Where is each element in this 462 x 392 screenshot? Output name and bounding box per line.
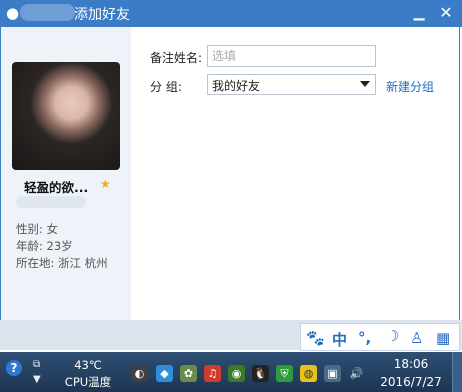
window-title: 添加好友	[74, 7, 130, 23]
age-label: 年龄:	[16, 239, 43, 253]
tray-app-1-icon[interactable]: ◐	[131, 365, 148, 382]
group-select-value: 我的好友	[212, 79, 261, 93]
gender-label: 性别:	[16, 222, 43, 236]
paw-icon[interactable]: 🐾	[306, 329, 325, 347]
location-label: 所在地:	[16, 256, 55, 270]
age-value: 23岁	[46, 239, 73, 253]
volume-icon[interactable]: 🔊	[348, 365, 365, 382]
qq-logo-icon: ●	[6, 4, 20, 22]
avatar	[12, 62, 120, 170]
tray-app-8-icon[interactable]: ◍	[300, 365, 317, 382]
punctuation-icon[interactable]: °,	[358, 329, 371, 347]
security-shield-icon[interactable]: ⛨	[276, 365, 293, 382]
ime-mode-toggle[interactable]: 中	[332, 329, 347, 350]
group-label: 分 组:	[150, 80, 182, 94]
minimize-button[interactable]: ▁	[408, 2, 430, 24]
close-button[interactable]: ✕	[435, 2, 457, 24]
clock-date[interactable]: 2016/7/27	[374, 375, 448, 389]
chevron-down-icon	[360, 81, 370, 87]
nvidia-icon[interactable]: ◉	[228, 365, 245, 382]
remark-input[interactable]	[207, 45, 376, 67]
tray-app-2-icon[interactable]: ◆	[156, 365, 173, 382]
user-icon[interactable]: ♙	[410, 329, 423, 347]
remark-label: 备注姓名:	[150, 51, 203, 65]
location-row: 所在地: 浙江 杭州	[16, 255, 108, 271]
show-desktop-button[interactable]	[452, 352, 462, 392]
star-icon: ★	[100, 177, 111, 191]
gender-row: 性别: 女	[16, 221, 58, 237]
window-switch-icon[interactable]: ⧉	[33, 359, 40, 370]
age-row: 年龄: 23岁	[16, 238, 73, 254]
tray-app-3-icon[interactable]: ✿	[180, 365, 197, 382]
nickname: 轻盈的欲...	[24, 180, 89, 195]
clock-time[interactable]: 18:06	[380, 357, 442, 371]
help-icon[interactable]: ?	[6, 360, 22, 376]
network-icon[interactable]: ▣	[324, 365, 341, 382]
grid-icon[interactable]: ▦	[436, 329, 450, 347]
title-blur	[20, 4, 75, 21]
location-value: 浙江 杭州	[58, 256, 108, 270]
tray-expand-icon[interactable]: ▼	[33, 374, 41, 385]
qq-icon[interactable]: 🐧	[252, 365, 269, 382]
new-group-link[interactable]: 新建分组	[386, 78, 434, 95]
netease-music-icon[interactable]: ♫	[204, 365, 221, 382]
moon-icon[interactable]: ☽	[386, 327, 399, 345]
id-blur	[16, 196, 86, 208]
cpu-label: CPU温度	[64, 375, 112, 389]
gender-value: 女	[46, 222, 59, 236]
cpu-temperature: 43℃	[74, 358, 102, 372]
group-select[interactable]: 我的好友	[207, 74, 376, 95]
